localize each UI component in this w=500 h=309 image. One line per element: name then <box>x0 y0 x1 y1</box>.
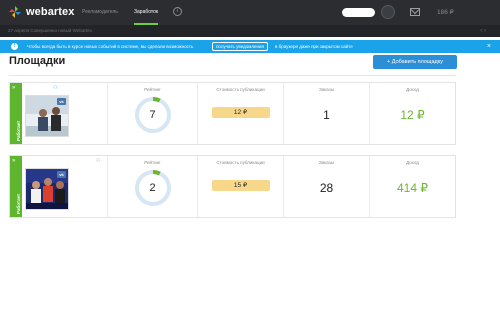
price-label: Стоимость публикации <box>216 160 265 165</box>
divider <box>9 75 456 76</box>
add-site-button[interactable]: + Добавить площадку <box>373 55 457 69</box>
orders-column: Заказы 1 <box>283 83 369 144</box>
site-card: » Работает ⚇ vk Рейтинг 2 Стоимость публ… <box>9 155 456 218</box>
close-icon[interactable]: × <box>487 40 491 53</box>
page-title: Площадки <box>9 55 66 67</box>
news-bar: 27 апреля Совершенно новый Webartex ‹ › <box>0 25 500 37</box>
rating-column: Рейтинг 7 <box>107 83 197 144</box>
vk-icon: vk <box>57 171 66 178</box>
nav-earnings[interactable]: Заработок <box>134 0 159 25</box>
news-arrows[interactable]: ‹ › <box>480 25 486 37</box>
enable-notifications-button[interactable]: получать уведомления <box>212 42 268 51</box>
user-name-field[interactable] <box>342 8 375 17</box>
price-value[interactable]: 15 ₽ <box>211 180 270 191</box>
rating-label: Рейтинг <box>144 87 161 92</box>
mail-icon[interactable] <box>410 8 420 16</box>
income-label: Доход <box>406 160 419 165</box>
orders-value[interactable]: 1 <box>284 108 369 122</box>
news-text[interactable]: 27 апреля Совершенно новый Webartex <box>8 25 92 37</box>
chevron-right-icon: » <box>12 85 16 91</box>
status-label: Работает <box>16 193 21 214</box>
info-icon: ! <box>11 43 18 50</box>
status-strip[interactable]: » Работает <box>10 156 22 217</box>
notice-text-after: в браузере даже при закрытом сайте <box>275 44 353 49</box>
orders-label: Заказы <box>318 87 335 92</box>
site-card: » Работает ⚇ vk Рейтинг 7 Стоимость публ… <box>9 82 456 145</box>
rating-value: 2 <box>149 182 156 194</box>
orders-column: Заказы 28 <box>283 156 369 217</box>
group-icon: ⚇ <box>53 85 58 91</box>
rating-label: Рейтинг <box>144 160 161 165</box>
top-bar: webartex Рекламодатель Заработок i 186 ₽ <box>0 0 500 25</box>
price-label: Стоимость публикации <box>216 87 265 92</box>
rating-ring: 7 <box>134 96 172 134</box>
avatar[interactable] <box>381 5 395 19</box>
rating-column: Рейтинг 2 <box>107 156 197 217</box>
logo[interactable]: webartex <box>8 5 75 19</box>
price-column: Стоимость публикации 12 ₽ <box>197 83 283 144</box>
balance[interactable]: 186 ₽ <box>437 0 454 25</box>
status-strip[interactable]: » Работает <box>10 83 22 144</box>
rating-value: 7 <box>149 109 156 121</box>
notification-banner: ! Чтобы всегда быть в курсе новых событи… <box>0 40 500 53</box>
income-label: Доход <box>406 87 419 92</box>
income-column: Доход 12 ₽ <box>369 83 455 144</box>
chevron-right-icon: » <box>12 158 16 164</box>
help-icon[interactable]: i <box>173 7 182 16</box>
income-value: 414 ₽ <box>397 181 428 195</box>
orders-value[interactable]: 28 <box>284 181 369 195</box>
site-thumbnail[interactable]: vk <box>25 168 69 210</box>
rating-ring: 2 <box>134 169 172 207</box>
group-icon: ⚇ <box>96 158 101 164</box>
nav-advertiser[interactable]: Рекламодатель <box>82 0 118 25</box>
logo-text: webartex <box>26 6 75 18</box>
site-thumbnail[interactable]: vk <box>25 95 69 137</box>
logo-icon <box>9 6 21 18</box>
orders-label: Заказы <box>318 160 335 165</box>
notice-text: Чтобы всегда быть в курсе новых событий … <box>27 44 194 49</box>
income-column: Доход 414 ₽ <box>369 156 455 217</box>
status-label: Работает <box>16 120 21 141</box>
income-value: 12 ₽ <box>400 108 425 122</box>
price-column: Стоимость публикации 15 ₽ <box>197 156 283 217</box>
vk-icon: vk <box>57 98 66 105</box>
price-value[interactable]: 12 ₽ <box>211 107 270 118</box>
